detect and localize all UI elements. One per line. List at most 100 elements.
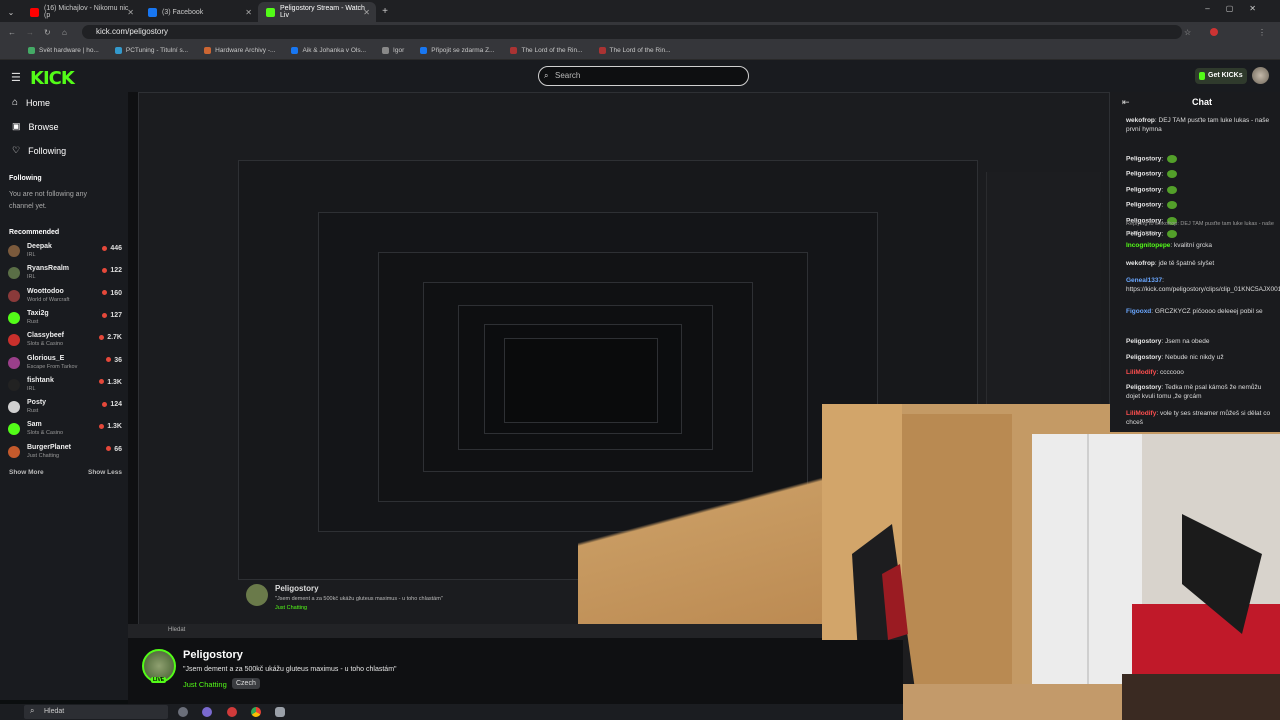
bookmark[interactable]: Připojit se zdarma Z... xyxy=(420,47,494,54)
tab-title: (16) Michajlov - Nikomu nic (p xyxy=(44,5,129,19)
collapse-chat-icon[interactable]: ⇤ xyxy=(1122,97,1130,108)
close-icon[interactable]: ✕ xyxy=(127,8,134,17)
chat-message: LiliModify: ccccooo xyxy=(1126,369,1184,376)
browser-tab-facebook[interactable]: (3) Facebook ✕ xyxy=(140,2,258,22)
kick-icon xyxy=(266,7,275,17)
tab-list-icon[interactable]: ⌄ xyxy=(0,2,22,22)
channel-avatar xyxy=(8,445,20,458)
nested-taskbar xyxy=(128,624,828,638)
youtube-icon xyxy=(30,7,39,17)
bookmark[interactable]: Svět hardware | ho... xyxy=(28,47,99,54)
bookmark[interactable]: PCTuning - Titulní s... xyxy=(114,47,188,54)
channel-name: Sam xyxy=(27,421,42,429)
chat-text: jde tě špatně slyšet xyxy=(1158,260,1215,267)
chat-username[interactable]: Peligostory xyxy=(1126,187,1161,194)
nav-browse[interactable]: ▣ Browse xyxy=(12,121,59,132)
chat-message: Peligostory: xyxy=(1126,201,1276,210)
show-less-button[interactable]: Show Less xyxy=(88,469,122,476)
recommended-channel[interactable]: RyansRealm IRL 122 xyxy=(8,264,122,282)
channel-category: Just Chatting xyxy=(27,452,60,459)
chat-message: Peligostory: Nebude nic nikdy už xyxy=(1126,354,1224,361)
forward-icon[interactable]: → xyxy=(26,28,34,37)
viewer-count: 66 xyxy=(106,446,122,453)
recommended-channel[interactable]: BurgerPlanet Just Chatting 66 xyxy=(8,443,122,461)
recommended-channel[interactable]: Glorious_E Escape From Tarkov 36 xyxy=(8,354,122,372)
extension-icon[interactable] xyxy=(1210,28,1218,36)
show-more-button[interactable]: Show More xyxy=(9,469,44,476)
chat-message: Peligostory: xyxy=(1126,186,1276,195)
back-icon[interactable]: ← xyxy=(8,28,16,37)
chat-username[interactable]: Incognitopepe xyxy=(1126,242,1170,249)
recommended-channel[interactable]: fishtank IRL 1.3K xyxy=(8,376,122,394)
channel-avatar xyxy=(8,267,20,280)
search-input[interactable]: ⌕ Search xyxy=(538,66,749,86)
viewer-count: 446 xyxy=(102,245,122,252)
channel-name: Woottodoo xyxy=(27,287,64,295)
app-icon[interactable] xyxy=(227,707,237,717)
search-placeholder: Search xyxy=(555,71,581,80)
hamburger-menu-icon[interactable]: ☰ xyxy=(11,71,21,84)
recommended-heading: Recommended xyxy=(9,229,60,236)
recommended-channel[interactable]: Classybeef Slots & Casino 2.7K xyxy=(8,331,122,349)
chat-username[interactable]: wekofrop xyxy=(1126,117,1155,124)
kick-logo[interactable]: KICK xyxy=(30,68,75,89)
window-controls[interactable]: –▢✕ xyxy=(1205,4,1272,13)
app-icon[interactable] xyxy=(178,707,188,717)
channel-avatar xyxy=(8,401,20,414)
close-icon[interactable]: ✕ xyxy=(363,8,370,17)
recommended-channel[interactable]: Woottodoo World of Warcraft 160 xyxy=(8,287,122,305)
nav-following[interactable]: ♡ Following xyxy=(12,145,66,156)
app-icon[interactable] xyxy=(275,707,285,717)
tag-czech[interactable]: Czech xyxy=(232,678,260,689)
user-avatar[interactable] xyxy=(1252,67,1269,84)
chat-message: Incognitopepe: kvalitní grcka xyxy=(1126,242,1212,249)
stream-info-bar: LIVE Peligostory "Jsem dement a za 500kč… xyxy=(128,640,903,704)
bookmark[interactable]: Igor xyxy=(382,47,404,54)
reload-icon[interactable]: ↻ xyxy=(44,28,51,37)
chat-username[interactable]: Peligostory xyxy=(1126,202,1161,209)
taskbar-search[interactable]: ⌕ Hledat xyxy=(24,705,168,719)
browse-icon: ▣ xyxy=(12,121,21,131)
chrome-icon[interactable] xyxy=(251,707,261,717)
get-kicks-button[interactable]: Get KICKs xyxy=(1195,68,1247,84)
category-link[interactable]: Just Chatting xyxy=(183,680,227,689)
chat-username[interactable]: LiliModify xyxy=(1126,410,1156,417)
recommended-channel[interactable]: Taxi2g Rust 127 xyxy=(8,309,122,327)
bookmark[interactable]: Aik & Johanka v Ols... xyxy=(291,47,366,54)
app-icon[interactable] xyxy=(202,707,212,717)
browser-tab-kick[interactable]: Peligostory Stream - Watch Liv ✕ xyxy=(258,2,376,22)
chat-username[interactable]: Peligostory xyxy=(1126,338,1161,345)
chat-text: https://kick.com/peligostory/clips/clip_… xyxy=(1126,285,1280,293)
chat-text: Nebude nic nikdy už xyxy=(1165,354,1224,361)
close-icon[interactable]: ✕ xyxy=(245,8,252,17)
chat-text: Jsem na obede xyxy=(1165,338,1210,345)
channel-category: Escape From Tarkov xyxy=(27,363,78,370)
recommended-channel[interactable]: Posty Rust 124 xyxy=(8,398,122,416)
search-icon: ⌕ xyxy=(30,706,35,715)
new-tab-button[interactable]: + xyxy=(376,2,394,22)
browser-tab-youtube[interactable]: (16) Michajlov - Nikomu nic (p ✕ xyxy=(22,2,140,22)
chat-username[interactable]: wekofrop xyxy=(1126,260,1155,267)
chat-username[interactable]: Peligostory xyxy=(1126,384,1161,391)
streamer-name[interactable]: Peligostory xyxy=(183,649,243,661)
star-icon[interactable]: ☆ xyxy=(1184,28,1191,37)
bookmark[interactable]: Hardware Archivy -... xyxy=(204,47,275,54)
bookmark[interactable]: The Lord of the Rin... xyxy=(598,47,671,54)
recommended-channel[interactable]: Sam Slots & Casino 1.3K xyxy=(8,420,122,438)
chat-username[interactable]: LiliModify xyxy=(1126,369,1156,376)
menu-icon[interactable]: ⋮ xyxy=(1258,28,1266,37)
nav-home[interactable]: ⌂ Home xyxy=(12,97,50,108)
recommended-channel[interactable]: Deepak IRL 446 xyxy=(8,242,122,260)
chat-username[interactable]: Peligostory xyxy=(1126,354,1161,361)
chat-username[interactable]: Figooxd xyxy=(1126,308,1151,315)
chat-message: Figooxd: GRCZKYCZ píčoooo deleeej pobil … xyxy=(1126,308,1263,315)
channel-avatar xyxy=(8,245,20,257)
chat-username[interactable]: Peligostory xyxy=(1126,171,1161,178)
viewer-count: 127 xyxy=(102,312,122,319)
chat-username[interactable]: Geneal1337 xyxy=(1126,277,1162,284)
chat-username[interactable]: Peligostory xyxy=(1126,156,1161,163)
bookmark[interactable]: The Lord of the Rin... xyxy=(510,47,583,54)
url-field[interactable]: kick.com/peligostory xyxy=(82,25,1182,39)
home-icon[interactable]: ⌂ xyxy=(62,28,67,37)
channel-category: IRL xyxy=(27,274,36,281)
